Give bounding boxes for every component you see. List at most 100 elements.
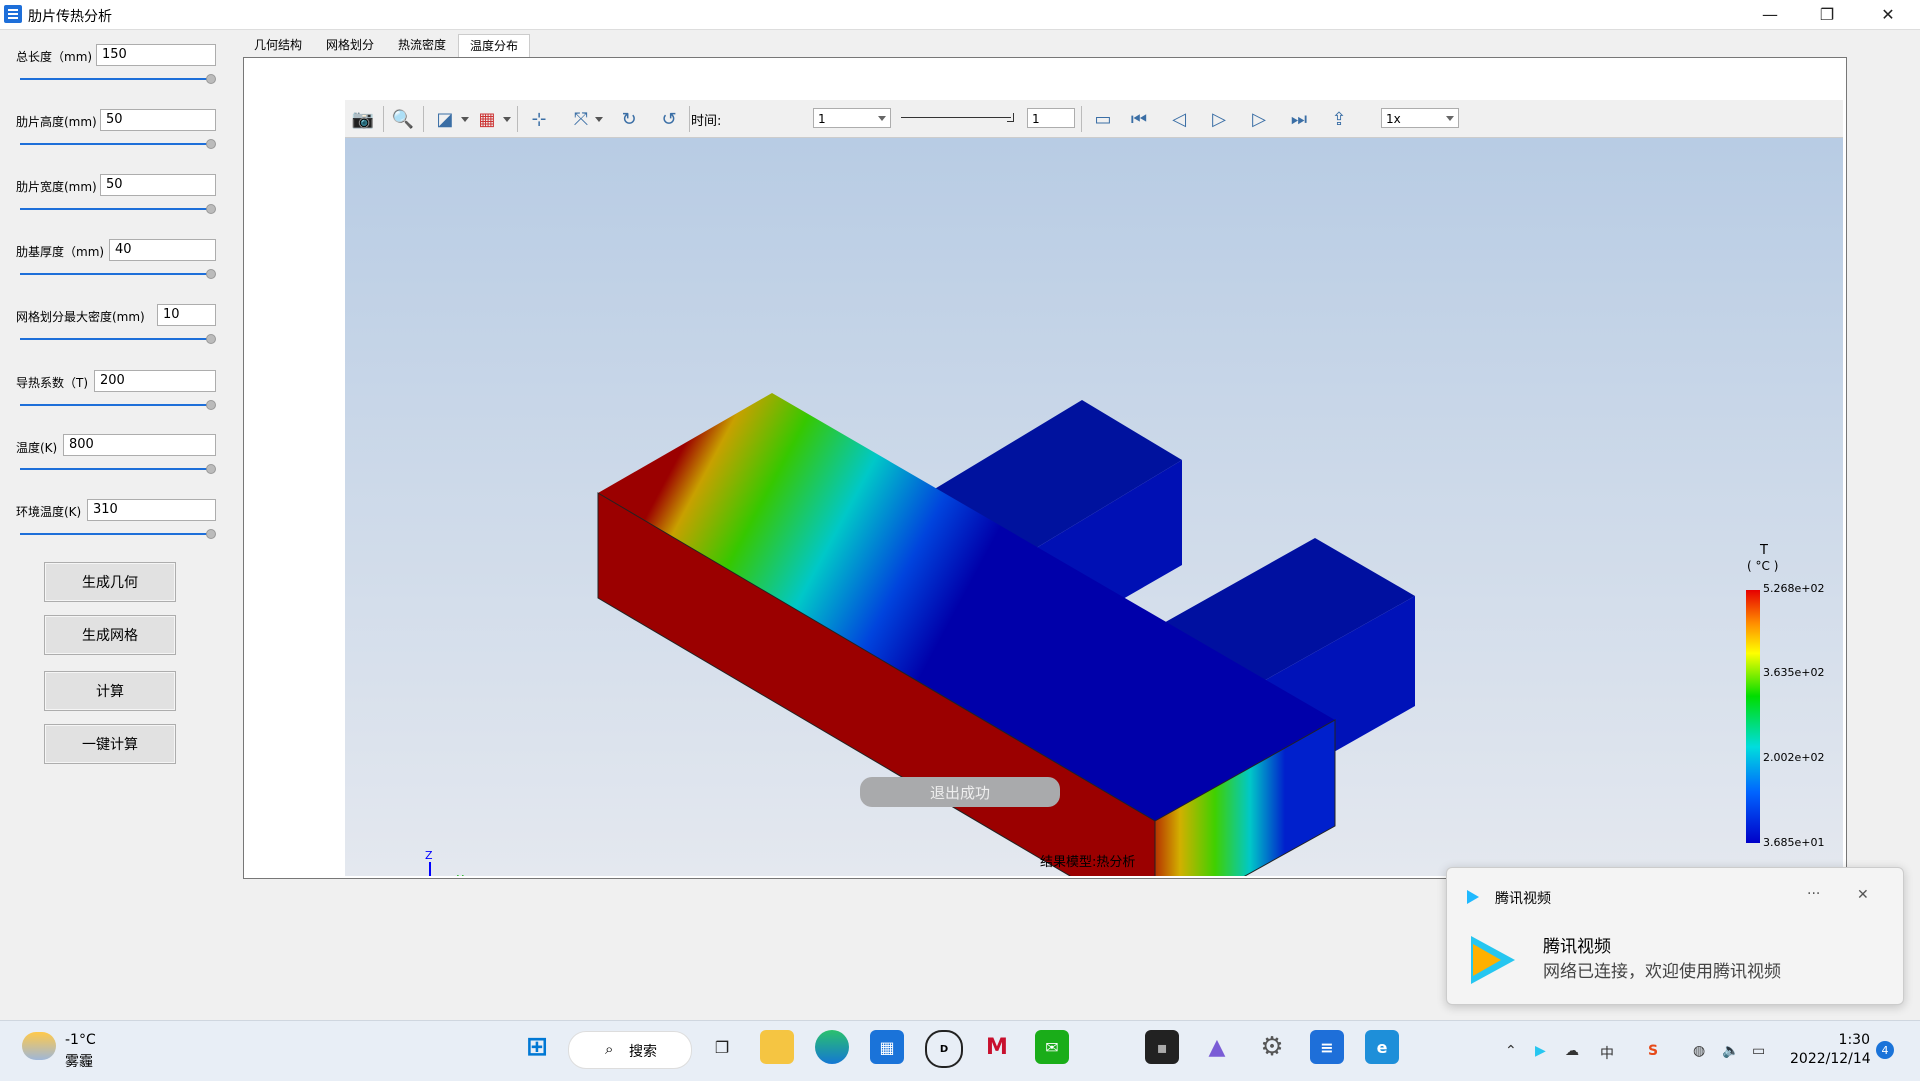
color-map-icon[interactable]: ▦ bbox=[473, 106, 501, 132]
legend-unit: ( °C ) bbox=[1747, 559, 1779, 573]
last-frame-icon[interactable]: ⏭ bbox=[1285, 106, 1313, 132]
wps-icon[interactable]: S bbox=[1648, 1043, 1658, 1059]
previous-frame-icon[interactable]: ◁ bbox=[1165, 106, 1193, 132]
terminal-icon[interactable]: ▪ bbox=[1145, 1030, 1179, 1064]
tencent-video-logo-inner bbox=[1473, 944, 1501, 976]
legend-title: T bbox=[1760, 543, 1768, 558]
browser-app-icon[interactable]: e bbox=[1365, 1030, 1399, 1064]
app-icon bbox=[4, 5, 22, 23]
generate-geometry-button[interactable]: 生成几何 bbox=[44, 562, 176, 602]
base-thickness-input[interactable]: 40 bbox=[109, 239, 216, 261]
separator bbox=[383, 106, 384, 132]
zoom-icon[interactable]: 🔍 bbox=[389, 106, 417, 132]
display-mode-dropdown[interactable] bbox=[461, 117, 469, 122]
more-options-icon[interactable]: ··· bbox=[1807, 886, 1820, 902]
task-view-icon[interactable]: ❐ bbox=[705, 1030, 739, 1064]
tab-temperature[interactable]: 温度分布 bbox=[458, 34, 531, 57]
fin-analysis-app-icon[interactable]: ≡ bbox=[1310, 1030, 1344, 1064]
clock-time[interactable]: 1:30 bbox=[1810, 1032, 1870, 1048]
base-thickness-slider[interactable] bbox=[20, 269, 216, 279]
chevron-up-icon[interactable]: ⌃ bbox=[1505, 1043, 1517, 1059]
separator bbox=[517, 106, 518, 132]
next-frame-icon[interactable]: ▷ bbox=[1245, 106, 1273, 132]
volume-icon[interactable]: 🔈 bbox=[1722, 1043, 1739, 1059]
file-explorer-icon[interactable] bbox=[760, 1030, 794, 1064]
speed-select[interactable]: 1x bbox=[1381, 108, 1459, 128]
tab-geometry[interactable]: 几何结构 bbox=[243, 34, 313, 56]
notification-close-icon[interactable]: ✕ bbox=[1857, 887, 1869, 903]
total-length-input[interactable]: 150 bbox=[96, 44, 216, 66]
legend-tick: 5.268e+02 bbox=[1763, 582, 1825, 595]
weather-icon[interactable] bbox=[22, 1032, 56, 1060]
export-icon[interactable]: ⇪ bbox=[1325, 106, 1353, 132]
temperature-slider[interactable] bbox=[20, 464, 216, 474]
minimize-button[interactable]: — bbox=[1742, 0, 1798, 29]
taskbar-search[interactable]: ⌕ 搜索 bbox=[568, 1031, 692, 1069]
separator bbox=[1081, 106, 1082, 132]
tab-mesh[interactable]: 网格划分 bbox=[315, 34, 385, 56]
generate-mesh-button[interactable]: 生成网格 bbox=[44, 615, 176, 655]
3d-viewport[interactable]: Z Y X bbox=[345, 138, 1843, 876]
play-icon[interactable]: ▷ bbox=[1205, 106, 1233, 132]
step-spinbox[interactable]: 1 bbox=[1027, 108, 1075, 128]
color-map-dropdown[interactable] bbox=[503, 117, 511, 122]
clock-date[interactable]: 2022/12/14 bbox=[1790, 1051, 1871, 1067]
step-spinbox-value: 1 bbox=[1032, 112, 1040, 126]
status-toast: 退出成功 bbox=[860, 777, 1060, 807]
maximize-button[interactable]: ❐ bbox=[1799, 0, 1855, 29]
settings-icon[interactable]: ⚙ bbox=[1255, 1030, 1289, 1064]
speed-select-value: 1x bbox=[1386, 112, 1401, 126]
notification-toast[interactable]: 腾讯视频 ··· ✕ 腾讯视频 网络已连接，欢迎使用腾讯视频 bbox=[1446, 867, 1904, 1005]
axes-orientation-dropdown[interactable] bbox=[595, 117, 603, 122]
notification-app-name: 腾讯视频 bbox=[1495, 891, 1551, 907]
battery-icon[interactable]: ▭ bbox=[1752, 1043, 1765, 1059]
legend-tick: 2.002e+02 bbox=[1763, 751, 1825, 764]
record-video-icon[interactable]: ▭ bbox=[1089, 106, 1117, 132]
rotate-ccw-icon[interactable]: ↺ bbox=[655, 106, 683, 132]
color-bar bbox=[1746, 590, 1760, 843]
first-frame-icon[interactable]: ⏮ bbox=[1125, 106, 1153, 132]
fin-height-input[interactable]: 50 bbox=[100, 109, 216, 131]
camera-icon[interactable]: 📷 bbox=[349, 106, 377, 132]
time-select[interactable]: 1 bbox=[813, 108, 891, 128]
ambient-temperature-input[interactable]: 310 bbox=[87, 499, 216, 521]
mesh-density-input[interactable]: 10 bbox=[157, 304, 216, 326]
param-label-conductivity: 导热系数（T) bbox=[16, 376, 89, 390]
total-length-slider[interactable] bbox=[20, 74, 216, 84]
microsoft-store-icon[interactable]: ▦ bbox=[870, 1030, 904, 1064]
temperature-input[interactable]: 800 bbox=[63, 434, 216, 456]
tab-heat-flux[interactable]: 热流密度 bbox=[387, 34, 457, 56]
dell-icon[interactable]: D bbox=[925, 1030, 963, 1068]
legend-tick: 3.685e+01 bbox=[1763, 836, 1825, 849]
ime-indicator[interactable]: 中 bbox=[1600, 1043, 1614, 1063]
fin-height-slider[interactable] bbox=[20, 139, 216, 149]
mcafee-icon[interactable]: M bbox=[980, 1030, 1014, 1064]
conductivity-input[interactable]: 200 bbox=[94, 370, 216, 392]
cloud-icon[interactable]: ☁ bbox=[1565, 1043, 1579, 1059]
compute-button[interactable]: 计算 bbox=[44, 671, 176, 711]
fin-width-input[interactable]: 50 bbox=[100, 174, 216, 196]
display-mode-icon[interactable]: ◪ bbox=[431, 106, 459, 132]
mesh-density-slider[interactable] bbox=[20, 334, 216, 344]
separator bbox=[689, 106, 690, 132]
legend-tick: 3.635e+02 bbox=[1763, 666, 1825, 679]
time-slider-handle[interactable] bbox=[1007, 113, 1014, 122]
windows-start-icon[interactable]: ⊞ bbox=[520, 1030, 554, 1064]
taskbar-search-label: 搜索 bbox=[629, 1044, 657, 1060]
time-slider-track[interactable] bbox=[901, 117, 1011, 118]
ambient-temperature-slider[interactable] bbox=[20, 529, 216, 539]
tencent-video-tray-icon[interactable]: ▶ bbox=[1535, 1043, 1546, 1059]
globe-icon[interactable]: ◍ bbox=[1693, 1043, 1705, 1059]
app-a-icon[interactable]: ▲ bbox=[1200, 1030, 1234, 1064]
close-button[interactable]: ✕ bbox=[1860, 0, 1916, 29]
axes-orientation-icon[interactable]: ⤧ bbox=[567, 106, 595, 132]
edge-icon[interactable] bbox=[815, 1030, 849, 1064]
one-click-compute-button[interactable]: 一键计算 bbox=[44, 724, 176, 764]
notification-count-badge[interactable]: 4 bbox=[1876, 1041, 1894, 1059]
fit-view-icon[interactable]: ⊹ bbox=[525, 106, 553, 132]
rotate-cw-icon[interactable]: ↻ bbox=[615, 106, 643, 132]
fin-width-slider[interactable] bbox=[20, 204, 216, 214]
result-model-label: 结果模型:热分析 bbox=[1040, 855, 1136, 870]
wechat-icon[interactable]: ✉ bbox=[1035, 1030, 1069, 1064]
conductivity-slider[interactable] bbox=[20, 400, 216, 410]
